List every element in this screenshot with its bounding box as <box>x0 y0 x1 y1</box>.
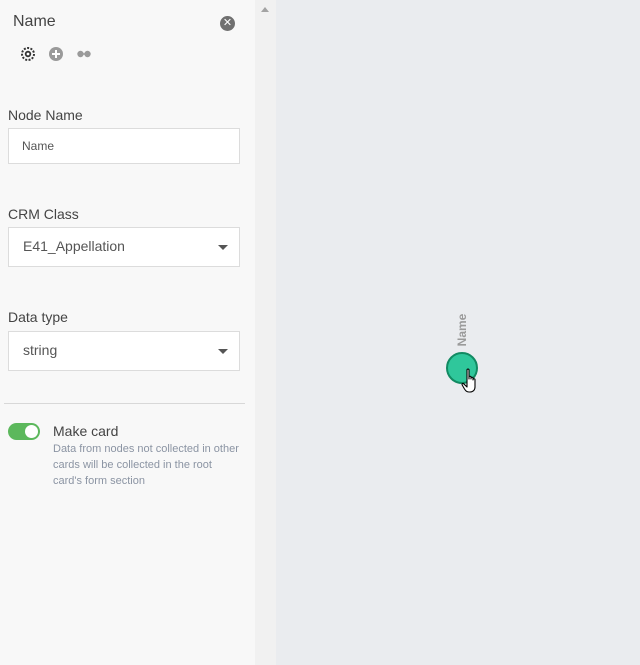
toggle-knob <box>25 425 38 438</box>
make-card-help-text: Data from nodes not collected in other c… <box>53 443 239 487</box>
plus-circle-icon[interactable] <box>48 46 64 62</box>
gear-icon[interactable] <box>20 46 36 62</box>
data-type-select[interactable]: string <box>8 331 240 371</box>
crm-class-label: CRM Class <box>8 206 79 222</box>
node-name-input[interactable] <box>8 128 240 164</box>
close-icon[interactable]: ✕ <box>220 16 235 31</box>
chevron-down-icon <box>218 245 228 250</box>
graph-node-label: Name <box>455 313 469 347</box>
node-name-label: Node Name <box>8 107 83 123</box>
data-type-label: Data type <box>8 309 68 325</box>
scroll-up-arrow-icon[interactable] <box>261 7 269 12</box>
data-type-value: string <box>23 342 58 358</box>
crm-class-select[interactable]: E41_Appellation <box>8 227 240 267</box>
panel-scrollbar[interactable] <box>255 0 276 665</box>
link-nodes-icon[interactable] <box>76 46 92 62</box>
make-card-label: Make card <box>53 423 119 439</box>
panel-title: Name <box>13 13 56 30</box>
node-properties-panel: Name ✕ Node Name CRM Class E41_Appellati… <box>0 0 255 665</box>
divider <box>4 403 245 404</box>
make-card-toggle[interactable] <box>8 423 40 440</box>
crm-class-value: E41_Appellation <box>23 238 125 254</box>
hand-cursor-icon <box>461 368 476 393</box>
chevron-down-icon <box>218 349 228 354</box>
